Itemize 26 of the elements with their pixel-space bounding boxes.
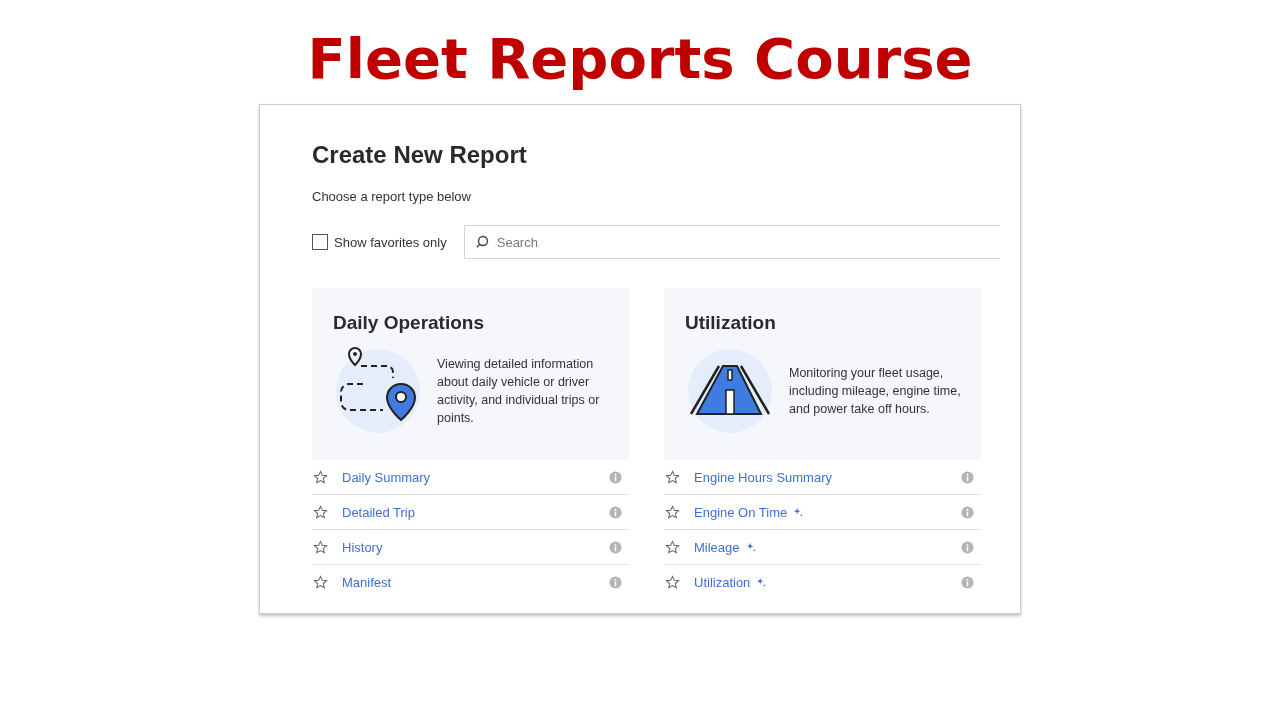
- report-link[interactable]: Engine On Time: [694, 504, 788, 520]
- report-link[interactable]: Manifest: [342, 574, 392, 590]
- category-description: Monitoring your fleet usage, including mileage, engine time, and power take off hours.: [789, 365, 962, 418]
- star-icon[interactable]: [665, 539, 680, 555]
- category-description: Viewing detailed information about daily vehicle or driver activity, and individual trips or points.: [437, 356, 601, 427]
- favorites-checkbox[interactable]: [312, 234, 328, 250]
- search-field[interactable]: Search: [463, 225, 1000, 259]
- star-icon[interactable]: [665, 469, 680, 485]
- star-icon[interactable]: [665, 574, 680, 590]
- report-link[interactable]: Utilization: [694, 574, 751, 590]
- star-icon[interactable]: [665, 504, 680, 520]
- page-title: Create New Report: [312, 141, 528, 169]
- report-link[interactable]: Mileage: [694, 539, 740, 555]
- report-link[interactable]: Engine Hours Summary: [694, 469, 832, 485]
- page-subtitle: Choose a report type below: [312, 189, 472, 204]
- star-icon[interactable]: [313, 504, 328, 520]
- slide-title: Fleet Reports Course: [307, 26, 973, 92]
- star-icon[interactable]: [313, 539, 328, 555]
- category-title: Daily Operations: [333, 312, 485, 334]
- star-icon[interactable]: [313, 574, 328, 590]
- report-link[interactable]: Daily Summary: [342, 469, 431, 485]
- report-link[interactable]: History: [342, 539, 383, 555]
- checkbox-label: Show favorites only: [334, 234, 447, 250]
- star-icon[interactable]: [313, 469, 328, 485]
- report-link[interactable]: Detailed Trip: [342, 504, 415, 520]
- category-title: Utilization: [685, 312, 777, 334]
